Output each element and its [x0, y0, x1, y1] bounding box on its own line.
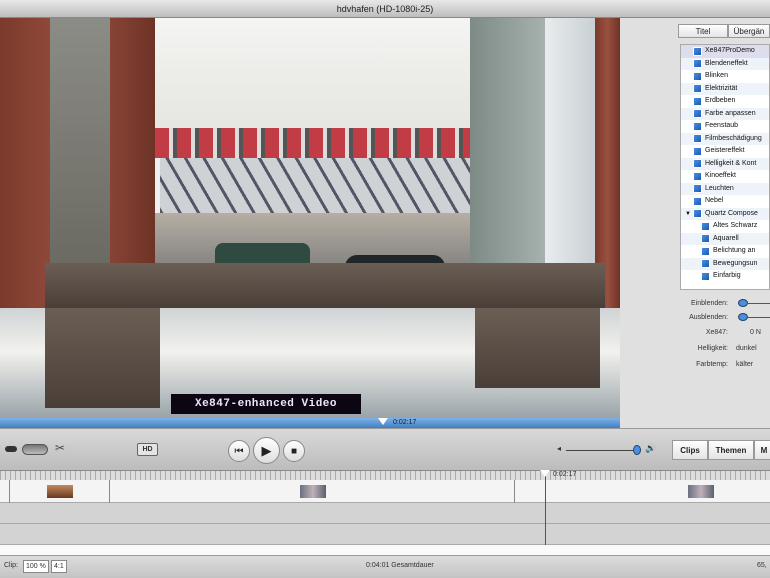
tab-titel[interactable]: Titel [678, 24, 728, 38]
volume-low-icon: ◂ [557, 444, 562, 453]
brightness-value[interactable]: dunkel [736, 345, 757, 352]
effect-item[interactable]: Geistereffekt [681, 145, 769, 158]
effects-list[interactable]: Xe847ProDemo Blendeneffekt Blinken Elektriz… [680, 44, 770, 290]
effect-item[interactable]: Aquarell [681, 232, 769, 245]
clip[interactable] [110, 480, 515, 503]
volume-slider[interactable] [566, 450, 636, 451]
timeline-playhead-icon[interactable] [540, 470, 550, 477]
fade-out-label: Ausblenden: [689, 313, 728, 321]
disclosure-triangle-icon[interactable]: ▼ [685, 208, 693, 221]
title-bar: hdvhafen (HD-1080i-25) [0, 0, 770, 18]
stone-bridge [45, 263, 605, 308]
scrubber-time: 0:02:17 [393, 419, 417, 426]
effect-icon [693, 146, 702, 156]
play-icon: ▶ [261, 442, 272, 458]
effect-icon [701, 221, 710, 231]
camera-icon[interactable] [5, 446, 17, 452]
fade-in-slider[interactable] [738, 299, 748, 307]
effect-icon [693, 84, 702, 94]
fullscreen-icon: ■ [290, 445, 298, 457]
status-bar: Clip: 100 % 4:1 0:04:01 Gesamtdauer 65, [0, 555, 770, 578]
timeline-playhead[interactable] [545, 470, 546, 545]
effect-icon [693, 121, 702, 131]
tab-uebergaenge[interactable]: Übergän [728, 24, 770, 38]
video-viewer[interactable]: Xe847-enhanced Video [0, 18, 620, 418]
effect-item[interactable]: Blendeneffekt [681, 57, 769, 70]
fade-out-slider[interactable] [738, 313, 748, 321]
rewind-button[interactable]: ⏮ [228, 440, 250, 462]
xe847-label: Xe847: [705, 328, 728, 336]
volume-high-icon: 🔊 [645, 443, 657, 453]
clip[interactable] [515, 480, 770, 503]
steel-bridge [160, 158, 470, 213]
zoom-field[interactable]: 100 % [23, 560, 49, 573]
video-caption: Xe847-enhanced Video [171, 394, 361, 414]
video-track[interactable] [0, 480, 770, 503]
effect-icon [693, 109, 702, 119]
brightness-label: Helligkeit: [697, 344, 728, 352]
effect-icon [693, 171, 702, 181]
train [155, 128, 475, 158]
clip-thumbnail [300, 485, 326, 498]
effect-item[interactable]: Leuchten [681, 182, 769, 195]
effect-icon [701, 246, 710, 256]
scissors-icon[interactable]: ✂ [55, 441, 65, 455]
rewind-icon: ⏮ [234, 445, 244, 457]
effect-item[interactable]: Belichtung an [681, 245, 769, 258]
effect-group[interactable]: ▼ Quartz Compose [681, 207, 769, 221]
audio-track-2[interactable] [0, 524, 770, 545]
colortemp-label: Farbtemp: [696, 360, 728, 368]
effect-item[interactable]: Farbe anpassen [681, 107, 769, 120]
audio-track-1[interactable] [0, 503, 770, 524]
effect-item[interactable]: Elektrizität [681, 82, 769, 95]
mode-toggle[interactable] [22, 444, 48, 455]
effect-item[interactable]: Filmbeschädigung [681, 132, 769, 145]
play-button[interactable]: ▶ [253, 437, 280, 464]
volume-knob[interactable] [633, 445, 641, 455]
disk-space: 65, [757, 562, 767, 569]
window-title: hdvhafen (HD-1080i-25) [336, 4, 434, 14]
effect-icon [693, 159, 702, 169]
effect-params: Einblenden: Ausblenden: Xe847: 0 N Hellig… [670, 296, 770, 372]
effect-item[interactable]: Einfarbig [681, 270, 769, 283]
timeline-time: 0:02:17 [553, 471, 577, 478]
effect-item[interactable]: Xe847ProDemo [681, 45, 769, 58]
tab-themen[interactable]: Themen [708, 440, 754, 460]
effect-icon [693, 71, 702, 81]
effect-item[interactable]: Kinoeffekt [681, 170, 769, 183]
xe847-value[interactable]: 0 N [750, 329, 761, 336]
effect-icon [693, 46, 702, 56]
tab-clips[interactable]: Clips [672, 440, 708, 460]
effect-item[interactable]: Altes Schwarz [681, 220, 769, 233]
effect-icon [701, 271, 710, 281]
effect-item[interactable]: Bewegungsun [681, 257, 769, 270]
effect-item[interactable]: Erdbeben [681, 95, 769, 108]
effect-icon [701, 234, 710, 244]
effect-item[interactable]: Nebel [681, 195, 769, 208]
hd-button[interactable]: HD [137, 443, 158, 456]
effect-item[interactable]: Blinken [681, 70, 769, 83]
effect-item[interactable]: Feenstaub [681, 120, 769, 133]
effect-icon [693, 96, 702, 106]
clip-label: Clip: [4, 562, 19, 569]
effect-icon [693, 59, 702, 69]
effect-icon [693, 134, 702, 144]
total-duration: 0:04:01 Gesamtdauer [366, 562, 434, 569]
clip[interactable] [9, 480, 110, 503]
zoom-ratio[interactable]: 4:1 [51, 560, 67, 573]
tab-more[interactable]: M [754, 440, 770, 460]
clip-thumbnail [47, 485, 73, 498]
scrubber-bar[interactable] [0, 418, 620, 428]
timeline-ruler[interactable] [0, 470, 770, 480]
clip-thumbnail [688, 485, 714, 498]
effect-icon [701, 259, 710, 269]
effect-item[interactable]: Helligkeit & Kont [681, 157, 769, 170]
colortemp-value[interactable]: kälter [736, 361, 753, 368]
effect-icon [693, 196, 702, 206]
fade-in-label: Einblenden: [691, 299, 728, 307]
effect-icon [693, 209, 702, 219]
playhead-icon[interactable] [378, 418, 388, 425]
effect-icon [693, 184, 702, 194]
fullscreen-button[interactable]: ■ [283, 440, 305, 462]
